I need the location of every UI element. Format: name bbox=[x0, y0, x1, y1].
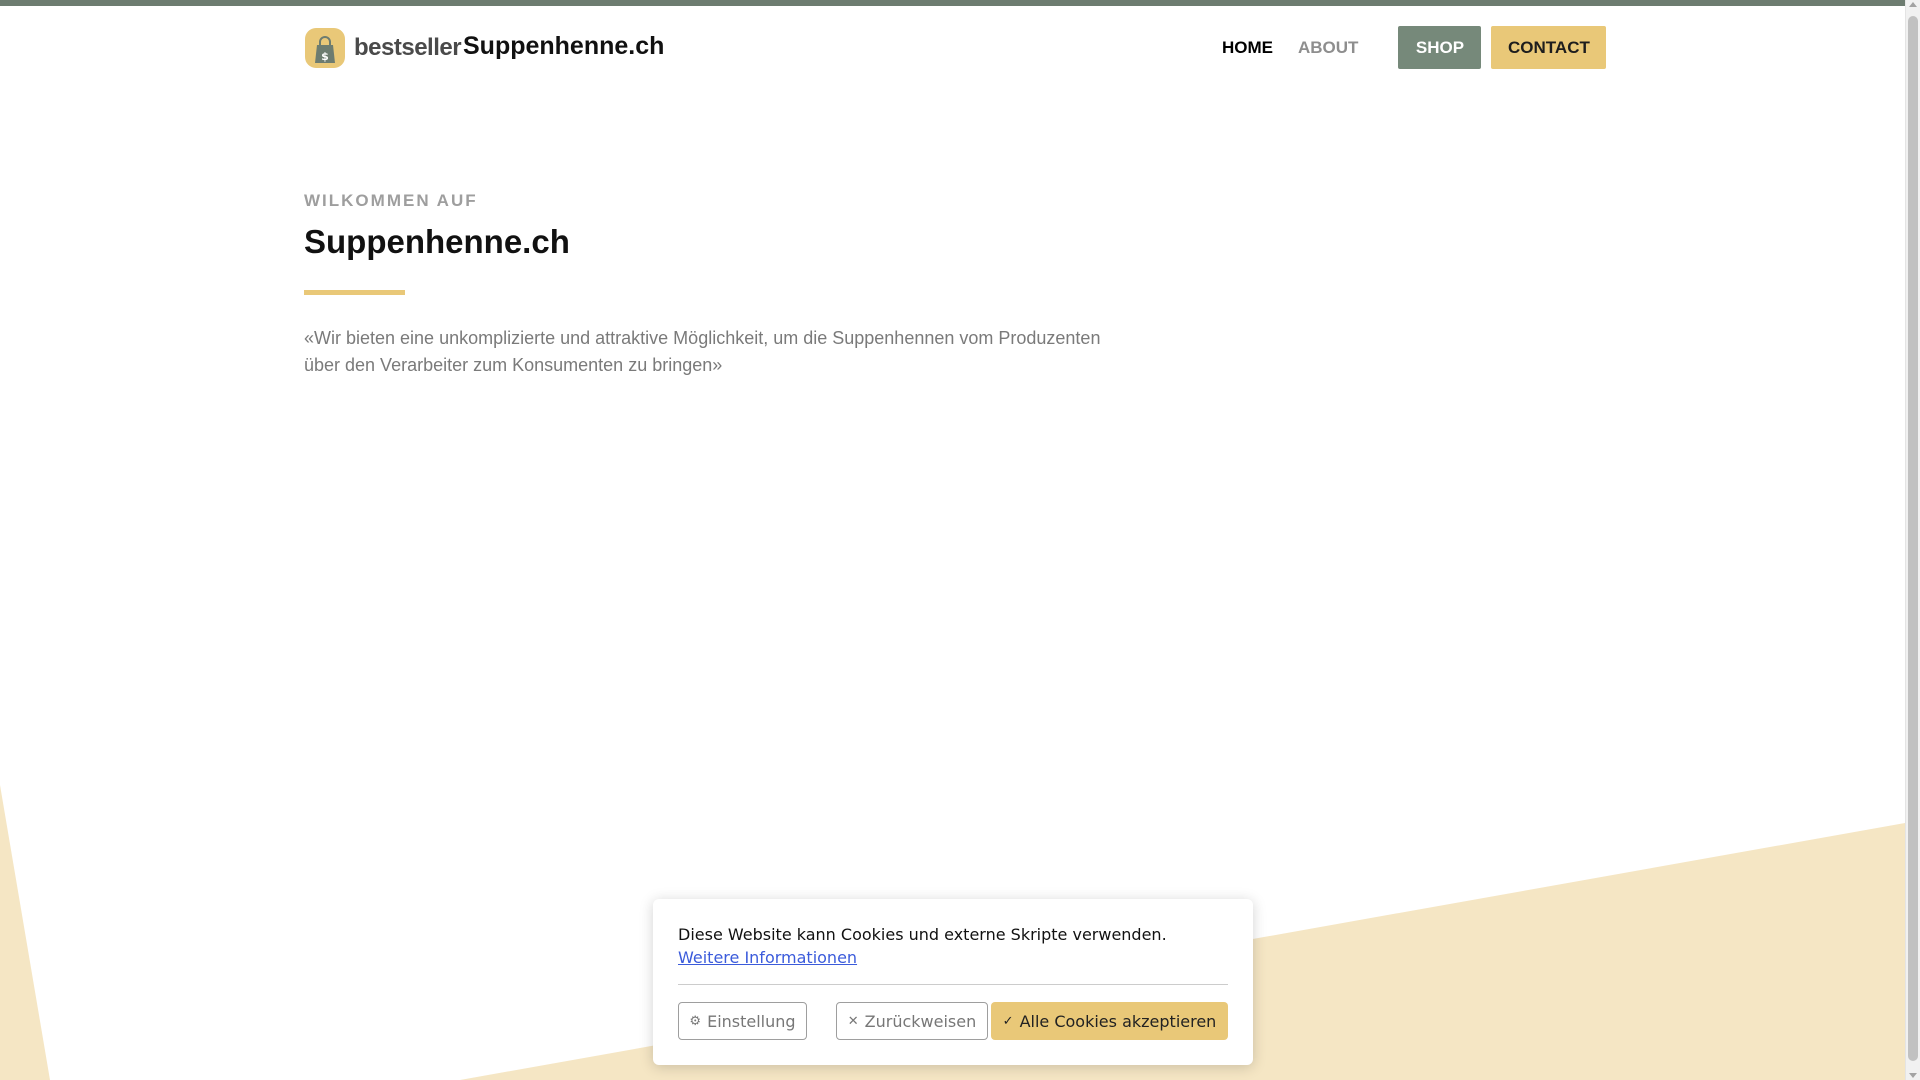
site-name[interactable]: Suppenhenne.ch bbox=[463, 32, 664, 61]
shop-button[interactable]: SHOP bbox=[1398, 26, 1482, 69]
cookie-divider bbox=[678, 984, 1228, 985]
close-icon: ✕ bbox=[847, 1013, 859, 1029]
nav-about-link[interactable]: ABOUT bbox=[1298, 38, 1358, 58]
cookie-message: Diese Website kann Cookies und externe S… bbox=[678, 925, 1167, 944]
settings-icon: ⚙ bbox=[689, 1013, 702, 1029]
scroll-up-arrow-icon[interactable] bbox=[1909, 2, 1917, 7]
nav-home-link[interactable]: HOME bbox=[1222, 38, 1273, 58]
scroll-down-arrow-icon[interactable] bbox=[1909, 1073, 1917, 1078]
contact-button[interactable]: CONTACT bbox=[1491, 26, 1607, 69]
cookie-accept-button[interactable]: ✓ Alle Cookies akzeptieren bbox=[991, 1002, 1228, 1040]
logo[interactable]: $ bestseller bbox=[304, 27, 462, 69]
hero-eyebrow: WILKOMMEN AUF bbox=[304, 191, 478, 210]
cookie-settings-button[interactable]: ⚙ Einstellung bbox=[678, 1002, 807, 1040]
hero-title: Suppenhenne.ch bbox=[304, 223, 570, 260]
cookie-more-info-link[interactable]: Weitere Informationen bbox=[678, 948, 857, 967]
cookie-settings-label: Einstellung bbox=[707, 1011, 796, 1031]
shopping-bag-dollar-icon: $ bbox=[305, 28, 345, 68]
page-scrollbar[interactable] bbox=[1905, 0, 1920, 1080]
hero-description: «Wir bieten eine unkomplizierte und attr… bbox=[304, 328, 1101, 375]
svg-text:$: $ bbox=[321, 50, 329, 63]
cookie-reject-label: Zurückweisen bbox=[864, 1011, 977, 1031]
hero-divider bbox=[304, 290, 405, 295]
scrollbar-thumb[interactable] bbox=[1908, 16, 1918, 1061]
check-icon: ✓ bbox=[1002, 1013, 1014, 1029]
cookie-accept-label: Alle Cookies akzeptieren bbox=[1019, 1011, 1217, 1031]
cookie-banner: Diese Website kann Cookies und externe S… bbox=[653, 899, 1253, 1065]
main-nav: HOME ABOUT SHOP CONTACT bbox=[1222, 26, 1607, 69]
cookie-reject-button[interactable]: ✕ Zurückweisen bbox=[836, 1002, 988, 1040]
logo-wordmark: bestseller bbox=[354, 34, 462, 61]
